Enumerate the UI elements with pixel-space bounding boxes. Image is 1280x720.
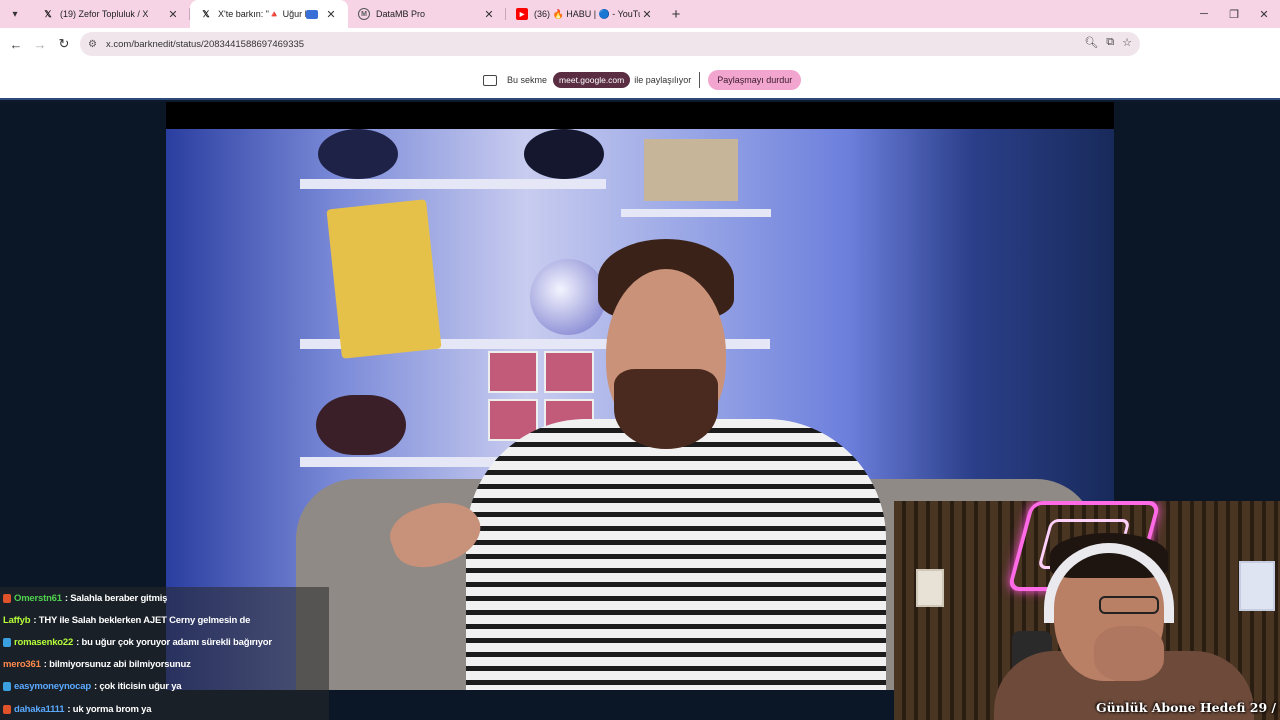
webcam-overlay — [894, 501, 1280, 720]
player-card-poster — [326, 199, 442, 359]
close-tab-icon[interactable]: ✕ — [166, 8, 180, 21]
close-tab-icon[interactable]: ✕ — [482, 8, 496, 21]
tab-title: (19) Zefor Topluluk / X — [60, 9, 149, 19]
divider — [699, 72, 701, 88]
minimize-button[interactable]: ─ — [1188, 0, 1220, 28]
close-icon: ✕ — [1259, 8, 1269, 21]
chat-username[interactable]: mero361 — [3, 659, 41, 670]
site-settings-icon[interactable]: ⚙ — [88, 39, 104, 50]
stop-sharing-button[interactable]: Paylaşmayı durdur — [708, 70, 802, 90]
football — [524, 129, 604, 179]
zoom-icon[interactable]: 🔍︎ — [1084, 36, 1098, 49]
browser-tab[interactable]: 𝕏 (19) Zefor Topluluk / X ✕ — [32, 0, 190, 28]
chat-username[interactable]: easymoneynocap — [14, 681, 91, 692]
screen-share-icon — [306, 9, 318, 19]
streamer-hand — [1094, 626, 1164, 681]
tab-strip: ▾ 𝕏 (19) Zefor Topluluk / X ✕ 𝕏 X'te bar… — [0, 0, 1280, 28]
tab-sharing-bar: Bu sekme meet.google.com ile paylaşılıyo… — [0, 60, 1280, 100]
wall-frame — [1239, 561, 1275, 611]
forward-button[interactable]: → — [28, 32, 52, 56]
chat-text: : THY ile Salah beklerken AJET Cerny gel… — [33, 614, 251, 626]
beard — [614, 369, 718, 449]
reload-button[interactable]: ↻ — [52, 32, 76, 56]
install-app-icon[interactable]: ⧉ — [1106, 36, 1114, 49]
minimize-icon: ─ — [1200, 8, 1208, 20]
new-tab-button[interactable]: + — [664, 6, 688, 23]
football — [530, 259, 606, 335]
arrow-right-icon: → — [33, 36, 47, 52]
restore-icon: ❐ — [1229, 8, 1239, 21]
x-logo-icon: 𝕏 — [44, 8, 52, 19]
chat-message: easymoneynocap: çok iticisin uğur ya — [0, 676, 329, 698]
browser-tab-active[interactable]: 𝕏 X'te barkın: "🔺 Uğur Karak ✕ — [190, 0, 348, 28]
close-tab-icon[interactable]: ✕ — [324, 8, 338, 21]
chat-text: : Salahla beraber gitmiş — [64, 592, 168, 604]
chat-badge-icon — [3, 637, 11, 647]
chevron-down-icon: ▾ — [12, 8, 18, 20]
shelf — [300, 179, 606, 189]
shelf — [621, 209, 771, 217]
tab-title: X'te barkın: "🔺 Uğur Karak — [218, 8, 306, 19]
back-button[interactable]: ← — [4, 32, 28, 56]
youtube-icon: ▶ — [516, 8, 528, 20]
chat-overlay: Omerstn61: Salahla beraber gitmiş Laffyb:… — [0, 587, 329, 720]
share-prefix: Bu sekme — [507, 75, 548, 85]
reload-icon: ↻ — [58, 36, 70, 51]
share-suffix: ile paylaşılıyor — [634, 75, 692, 85]
tab-search-button[interactable]: ▾ — [4, 3, 26, 25]
chat-text: : bu uğur çok yoruyor adamı sürekli bağı… — [76, 636, 272, 648]
wall-frame — [916, 569, 944, 607]
tab-title: (36) 🔥 HABU | 🔵 - YouTube — [534, 8, 640, 19]
glasses — [1099, 596, 1159, 614]
address-bar[interactable]: ⚙ x.com/barknedit/status/208344158869746… — [80, 32, 1140, 56]
arrow-left-icon: ← — [9, 36, 23, 52]
x-logo-icon: 𝕏 — [202, 8, 210, 19]
share-host-chip[interactable]: meet.google.com — [553, 72, 631, 88]
browser-tab[interactable]: ▶ (36) 🔥 HABU | 🔵 - YouTube ✕ — [506, 0, 664, 28]
subscriber-goal-label: Günlük Abone Hedefi 29 / 20 — [1096, 700, 1280, 715]
chat-badge-icon — [3, 682, 11, 692]
chat-message: romasenko22: bu uğur çok yoruyor adamı s… — [0, 631, 329, 653]
american-football — [316, 395, 406, 455]
close-window-button[interactable]: ✕ — [1248, 0, 1280, 28]
tab-title: DataMB Pro — [376, 9, 426, 19]
chat-message: Laffyb: THY ile Salah beklerken AJET Cer… — [0, 609, 329, 631]
browser-toolbar: ← → ↻ ⚙ x.com/barknedit/status/208344158… — [0, 28, 1280, 80]
chat-message: Omerstn61: Salahla beraber gitmiş — [0, 587, 329, 609]
sharing-info: Bu sekme meet.google.com ile paylaşılıyo… — [483, 70, 802, 90]
close-tab-icon[interactable]: ✕ — [640, 8, 654, 21]
omnibox-actions: 🔍︎ ⧉ ☆ — [1084, 36, 1132, 49]
screen-share-icon — [483, 74, 497, 86]
decor-box — [544, 351, 594, 393]
chat-username[interactable]: dahaka1111 — [14, 704, 65, 715]
books — [644, 139, 738, 201]
chat-message: mero361: bilmiyorsunuz abi bilmiyorsunuz — [0, 654, 329, 676]
plus-icon: + — [671, 5, 681, 23]
chat-username[interactable]: romasenko22 — [14, 637, 73, 648]
chat-username[interactable]: Laffyb — [3, 615, 31, 626]
chat-badge-icon — [3, 593, 11, 603]
chat-username[interactable]: Omerstn61 — [14, 593, 62, 604]
datamb-icon: M — [358, 8, 370, 20]
football — [318, 129, 398, 179]
chat-text: : çok iticisin uğur ya — [93, 681, 182, 693]
restore-button[interactable]: ❐ — [1218, 0, 1250, 28]
chat-badge-icon — [3, 704, 11, 714]
url-text: x.com/barknedit/status/20834415886974693… — [106, 38, 305, 50]
star-icon[interactable]: ☆ — [1122, 36, 1132, 49]
chat-text: : uk yorma brom ya — [67, 703, 152, 715]
chat-text: : bilmiyorsunuz abi bilmiyorsunuz — [43, 659, 191, 671]
striped-shirt — [466, 419, 886, 690]
decor-box — [488, 351, 538, 393]
chat-message: dahaka1111: uk yorma brom ya — [0, 698, 329, 720]
browser-tab[interactable]: M DataMB Pro ✕ — [348, 0, 506, 28]
